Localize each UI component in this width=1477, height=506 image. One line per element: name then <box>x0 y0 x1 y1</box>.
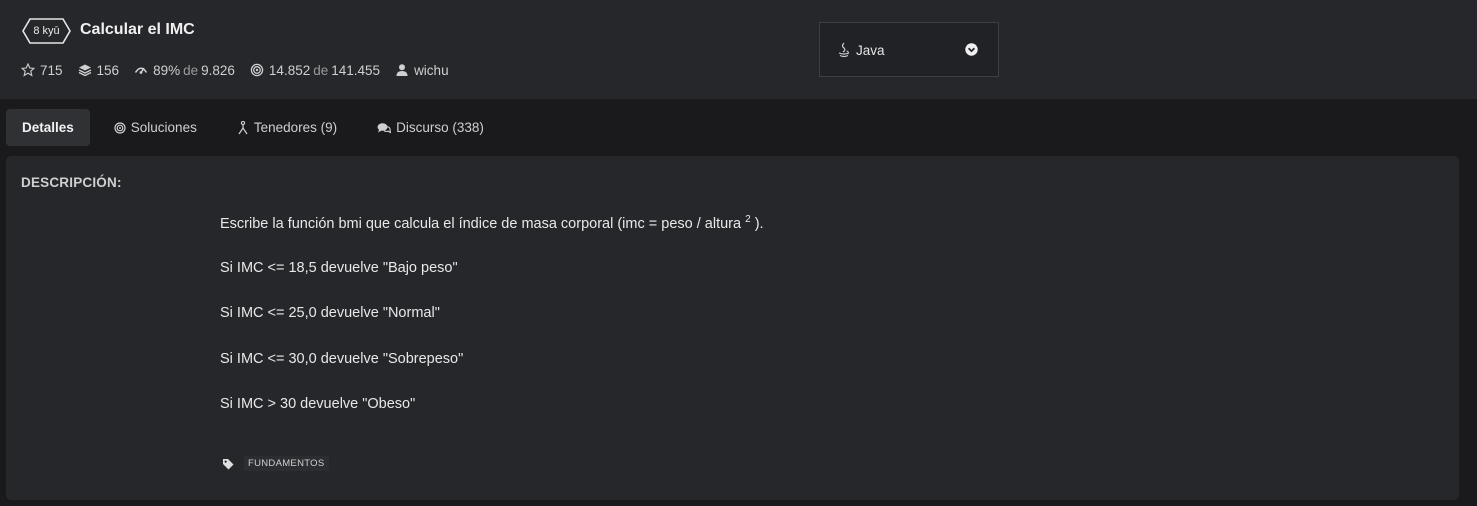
satisfaction-votes: 9.826 <box>201 62 235 78</box>
description-panel: DESCRIPCIÓN: Escribe la función bmi que … <box>6 156 1459 500</box>
author-name[interactable]: wichu <box>414 63 449 78</box>
user-icon <box>396 64 408 76</box>
language-label: Java <box>856 43 885 58</box>
stars-count: 715 <box>40 62 63 78</box>
description-line-2: Si IMC <= 18,5 devuelve "Bajo peso" <box>220 260 458 276</box>
satisfaction-stat: 89% de 9.826 <box>134 63 235 78</box>
description-line-1-text: Escribe la función bmi que calcula el ín… <box>220 216 742 232</box>
tag-icon <box>223 458 234 469</box>
kata-header: 8 kyū Calcular el IMC 715 156 89% de 9.8… <box>0 0 1477 99</box>
kata-stats: 715 156 89% de 9.826 14.852 de 141.455 w… <box>21 61 464 79</box>
kata-title: Calcular el IMC <box>80 21 195 38</box>
collections-count: 156 <box>96 62 120 78</box>
tab-forks[interactable]: Tenedores (9) <box>221 109 353 146</box>
completed-total: 141.455 <box>331 62 381 78</box>
description-line-3: Si IMC <= 25,0 devuelve "Normal" <box>220 305 440 321</box>
completed-stat: 14.852 de 141.455 <box>250 63 380 78</box>
description-line-5: Si IMC > 30 devuelve "Obeso" <box>220 396 416 412</box>
completed-count: 14.852 <box>268 62 311 78</box>
tags-row: FUNDAMENTOS <box>222 456 329 471</box>
tab-discourse-label: Discurso (338) <box>396 120 484 135</box>
stars-stat[interactable]: 715 <box>21 63 63 78</box>
completed-of: de <box>313 62 329 78</box>
java-icon <box>838 42 850 58</box>
layers-icon <box>78 64 91 77</box>
chevron-down-icon[interactable] <box>965 43 978 56</box>
language-select[interactable]: Java <box>819 22 999 77</box>
tab-discourse[interactable]: Discurso (338) <box>361 109 500 146</box>
star-icon <box>21 63 35 77</box>
collections-stat[interactable]: 156 <box>78 62 120 78</box>
tab-forks-label: Tenedores (9) <box>253 120 338 135</box>
tab-solutions[interactable]: Soluciones <box>98 109 213 146</box>
rank-badge: 8 kyū <box>22 18 71 44</box>
description-heading: DESCRIPCIÓN: <box>21 175 122 190</box>
target-icon <box>250 63 264 77</box>
kata-tabs: Detalles Soluciones Tenedores (9) Discur… <box>6 109 508 146</box>
description-line-1: Escribe la función bmi que calcula el ín… <box>220 214 764 232</box>
tab-solutions-label: Soluciones <box>130 120 197 135</box>
description-line-1-end: ). <box>754 216 764 232</box>
fork-icon <box>238 120 248 134</box>
description-line-4: Si IMC <= 30,0 devuelve "Sobrepeso" <box>220 351 464 367</box>
satisfaction-of: de <box>183 62 199 78</box>
tab-details-label: Detalles <box>22 120 74 135</box>
rank-label: 8 kyū <box>33 25 60 37</box>
tag-fundamentals[interactable]: FUNDAMENTOS <box>244 456 329 471</box>
author-stat[interactable]: wichu <box>395 63 449 78</box>
target-icon <box>114 121 126 134</box>
superscript-exponent: 2 <box>745 214 751 225</box>
satisfaction-percent: 89% <box>153 62 181 78</box>
tab-details[interactable]: Detalles <box>6 109 90 146</box>
comments-icon <box>377 122 392 133</box>
rating-icon <box>134 67 148 74</box>
